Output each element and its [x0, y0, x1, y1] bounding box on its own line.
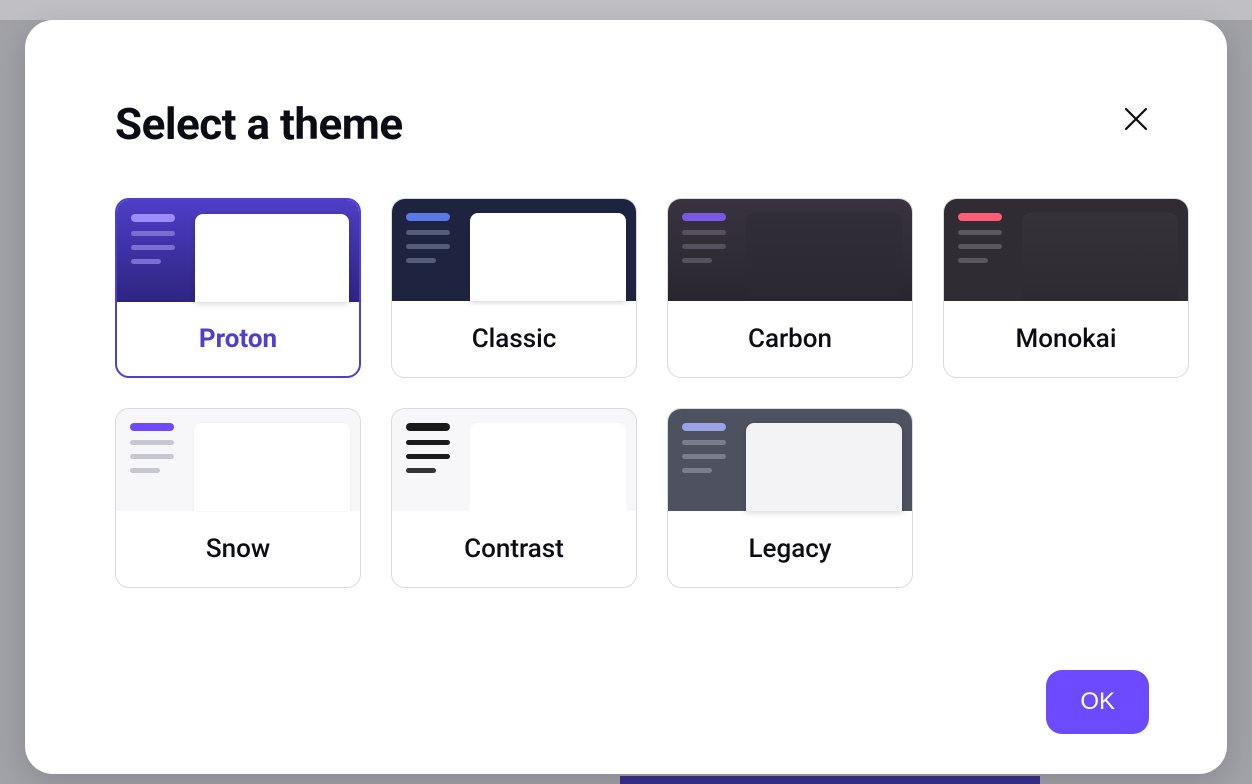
theme-preview: [392, 409, 636, 511]
theme-card-carbon[interactable]: Carbon: [667, 198, 913, 378]
theme-label: Carbon: [668, 301, 912, 377]
theme-label: Classic: [392, 301, 636, 377]
theme-card-proton[interactable]: Proton: [115, 198, 361, 378]
modal-header: Select a theme: [115, 98, 1157, 150]
theme-modal: Select a theme Proton: [25, 20, 1227, 774]
backdrop: [0, 0, 1252, 20]
theme-preview: [668, 409, 912, 511]
close-button[interactable]: [1115, 98, 1157, 140]
theme-preview: [944, 199, 1188, 301]
theme-label: Contrast: [392, 511, 636, 587]
modal-title: Select a theme: [115, 98, 403, 150]
theme-preview: [116, 409, 360, 511]
theme-card-snow[interactable]: Snow: [115, 408, 361, 588]
theme-card-legacy[interactable]: Legacy: [667, 408, 913, 588]
theme-label: Legacy: [668, 511, 912, 587]
background-peek: [620, 776, 1040, 784]
theme-preview: [668, 199, 912, 301]
ok-button[interactable]: OK: [1046, 670, 1149, 734]
modal-footer: OK: [115, 630, 1157, 734]
theme-card-contrast[interactable]: Contrast: [391, 408, 637, 588]
theme-card-monokai[interactable]: Monokai: [943, 198, 1189, 378]
theme-preview: [392, 199, 636, 301]
theme-label: Snow: [116, 511, 360, 587]
theme-preview: [117, 200, 359, 302]
theme-grid: Proton Classic: [115, 198, 1157, 588]
theme-label: Monokai: [944, 301, 1188, 377]
close-icon: [1121, 104, 1151, 134]
theme-card-classic[interactable]: Classic: [391, 198, 637, 378]
theme-label: Proton: [117, 302, 359, 376]
